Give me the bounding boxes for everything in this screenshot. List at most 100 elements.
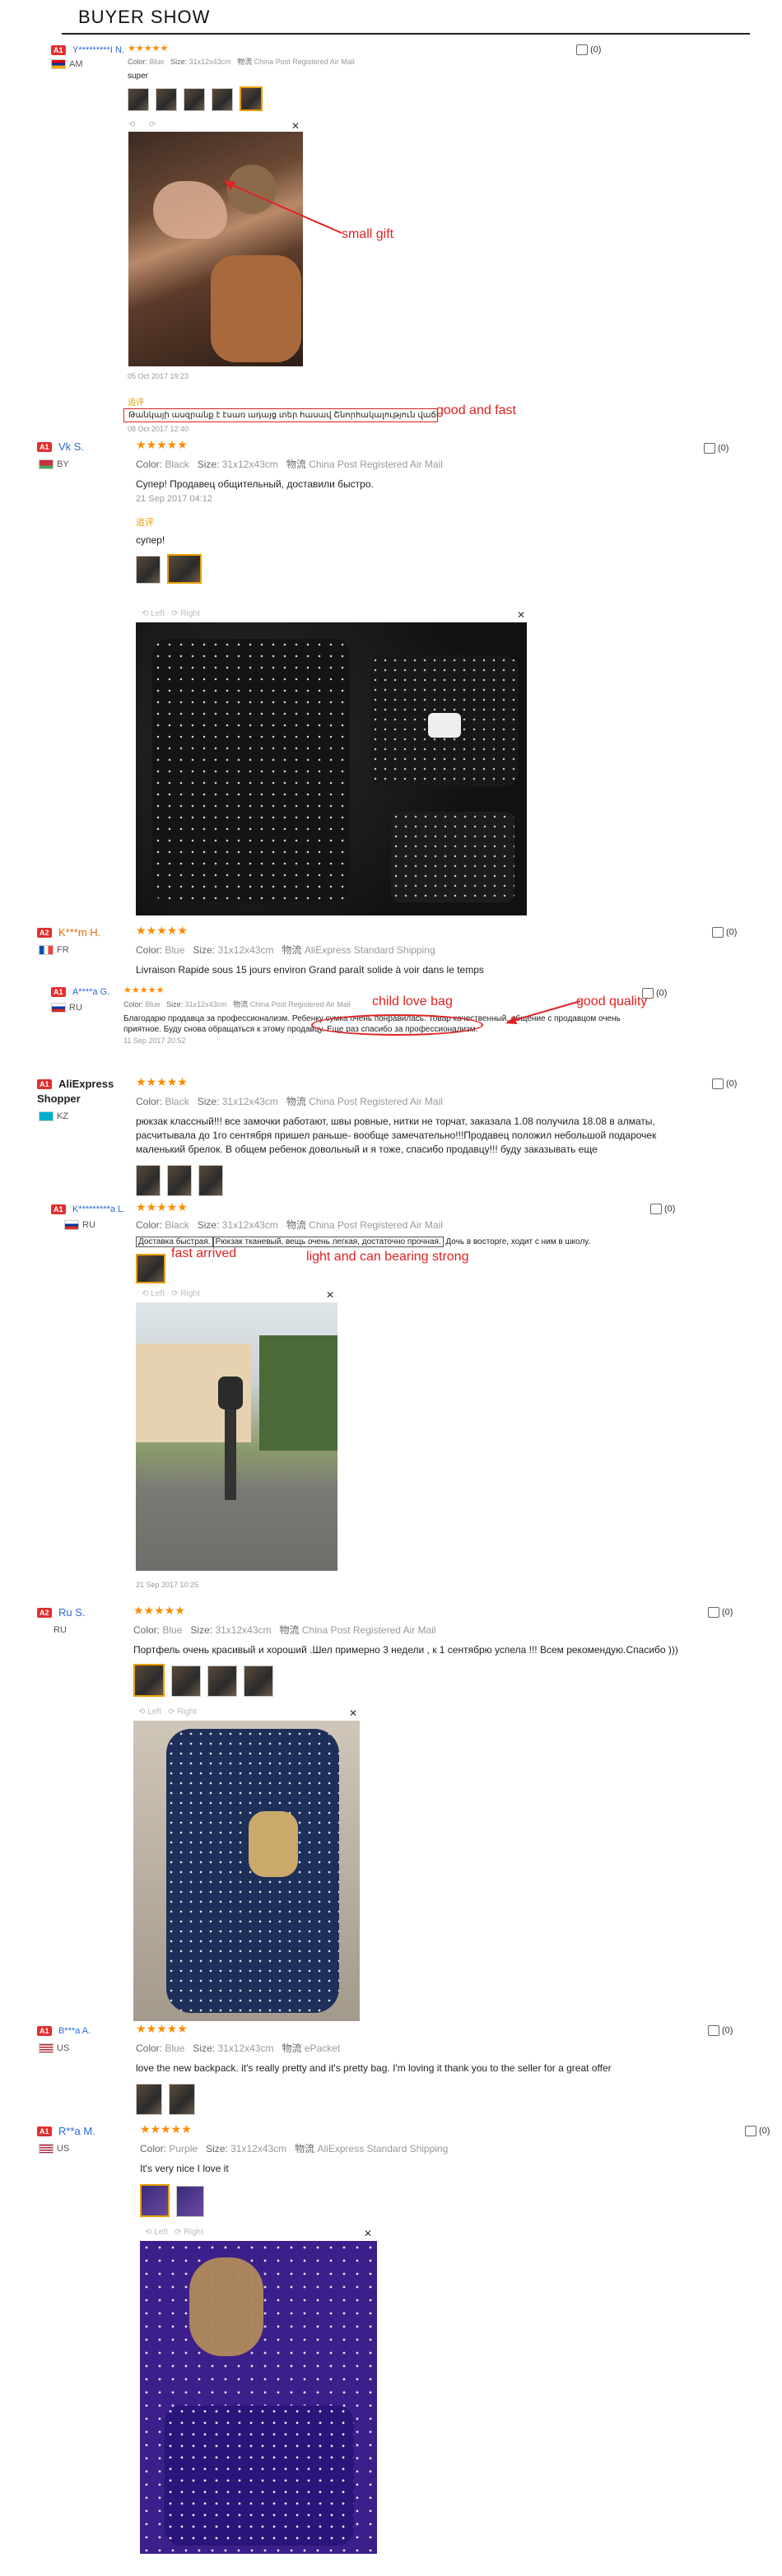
followup-text: супер! (136, 534, 165, 546)
helpful-button[interactable]: (0) (712, 927, 737, 938)
flag-icon (39, 1111, 54, 1122)
rotate-left-icon[interactable]: ⟲ (142, 1289, 148, 1298)
followup-icon: 追评 (128, 398, 144, 408)
helpful-button[interactable]: (0) (712, 1078, 737, 1089)
rotate-left-icon[interactable]: ⟲ (138, 1707, 145, 1717)
thumbs-up-icon (712, 927, 724, 938)
photo-viewer-controls: ⟲ Left ⟳ Right ✕ (142, 609, 525, 621)
reviewer-name[interactable]: R**a M. (58, 2125, 95, 2137)
reviewer-name[interactable]: B***a A. (58, 2026, 91, 2036)
reviewer-name[interactable]: A****a G. (72, 987, 109, 997)
thumbs-up-icon (712, 1078, 724, 1089)
review-3-body: ★★★★★ Color: Blue Size: 31x12x43cm 物流 Al… (136, 924, 704, 977)
review-6-body: ★★★★★ Color: Black Size: 31x12x43cm 物流 C… (136, 1200, 679, 1288)
review-photo[interactable] (140, 2241, 377, 2554)
helpful-button[interactable]: (0) (576, 44, 601, 55)
photo-thumb[interactable] (169, 2084, 195, 2115)
helpful-button[interactable]: (0) (708, 1607, 733, 1618)
photo-thumb[interactable] (198, 1165, 223, 1196)
review-photo[interactable] (133, 1721, 360, 2021)
annotation-small-gift: small gift (342, 227, 394, 241)
review-text: рюкзак классный!!! все замочки работают,… (136, 1116, 657, 1155)
reviewer-name[interactable]: Ru S. (58, 1606, 86, 1619)
reviewer-name[interactable]: Y*********I N. (72, 45, 124, 55)
country-code: FR (57, 945, 69, 955)
rotate-left-icon[interactable]: ⟲ (142, 609, 148, 618)
flag-icon (51, 1003, 66, 1013)
rotate-right-icon[interactable]: ⟳ (168, 1707, 175, 1717)
review-date: 05 Oct 2017 19:23 (128, 372, 189, 380)
reviewer-name[interactable]: Vk S. (58, 440, 84, 453)
rotate-right-icon[interactable]: ⟳ (171, 609, 178, 618)
review-photo[interactable] (128, 132, 303, 366)
rotate-right-icon[interactable]: ⟳ (171, 1289, 178, 1298)
photo-thumb[interactable] (136, 556, 161, 584)
reviewer-7: A2 Ru S. RU (37, 1605, 85, 1635)
helpful-button[interactable]: (0) (745, 2126, 770, 2136)
annotation-light-strong: light and can bearing strong (306, 1250, 469, 1264)
photo-thumb[interactable] (133, 1664, 165, 1697)
level-badge: A1 (37, 441, 52, 452)
rotate-right-icon[interactable]: ⟳ (149, 120, 156, 129)
review-7-body: ★★★★★ Color: Blue Size: 31x12x43cm 物流 Ch… (133, 1604, 701, 1701)
photo-thumb[interactable] (240, 86, 263, 111)
photo-thumb[interactable] (171, 1665, 201, 1697)
photo-thumb[interactable] (244, 1665, 273, 1697)
close-icon[interactable]: ✕ (517, 609, 525, 621)
review-text: Портфель очень красивый и хороший .Шел п… (133, 1644, 678, 1656)
review-photo[interactable] (136, 1302, 337, 1571)
level-badge: A1 (51, 1204, 66, 1214)
reviewer-name[interactable]: K*********a L. (72, 1204, 125, 1214)
level-badge: A1 (51, 986, 66, 997)
review-8-body: ★★★★★ Color: Blue Size: 31x12x43cm 物流 eP… (136, 2022, 704, 2119)
reviewer-1: A1 Y*********I N. AM (51, 43, 124, 70)
photo-thumb[interactable] (156, 88, 177, 111)
close-icon[interactable]: ✕ (349, 1707, 357, 1719)
photo-viewer-controls: ⟲ Left ⟳ Right ✕ (142, 1289, 334, 1301)
flag-icon (39, 945, 54, 956)
flag-icon (64, 1220, 79, 1231)
reviewer-3: A2 K***m H. FR (37, 925, 100, 956)
photo-thumb[interactable] (207, 1665, 237, 1697)
review-1-body: ★★★★★ Color: Blue Size: 31x12x43cm 物流 Ch… (128, 43, 355, 115)
country-code: RU (69, 1003, 82, 1013)
photo-thumb[interactable] (167, 1165, 192, 1196)
photo-thumb[interactable] (176, 2186, 204, 2217)
review-2-body: ★★★★★ Color: Black Size: 31x12x43cm 物流 C… (136, 438, 704, 588)
annotation-circle (311, 1014, 483, 1036)
review-text: love the new backpack. it's really prett… (136, 2062, 612, 2074)
level-badge: A2 (37, 1607, 52, 1618)
flag-icon (39, 2144, 54, 2154)
annotation-fast-arrived: fast arrived (171, 1246, 237, 1260)
review-photo[interactable] (136, 622, 527, 915)
annotation-good-and-fast: good and fast (436, 403, 516, 417)
annotation-child-love-bag: child love bag (372, 995, 453, 1009)
rotate-left-icon[interactable]: ⟲ (145, 2228, 151, 2237)
level-badge: A1 (51, 44, 66, 55)
flag-icon (51, 59, 66, 70)
photo-thumb[interactable] (136, 1165, 161, 1196)
close-icon[interactable]: ✕ (364, 2228, 372, 2239)
rating-stars: ★★★★★ (136, 438, 188, 451)
rotate-left-icon[interactable]: ⟲ (128, 120, 135, 129)
close-icon[interactable]: ✕ (326, 1289, 334, 1301)
photo-thumb[interactable] (128, 88, 149, 111)
followup-text: Թանկայի ասզրանք է էսառ ադայց տեր հասավ Շ… (123, 408, 438, 422)
photo-viewer-controls: ⟲ ⟳ ✕ (128, 120, 303, 132)
helpful-button[interactable]: (0) (708, 2025, 733, 2036)
reviewer-name[interactable]: K***m H. (58, 926, 100, 939)
photo-thumb[interactable] (136, 1254, 165, 1283)
helpful-button[interactable]: (0) (704, 443, 728, 454)
photo-thumb[interactable] (184, 88, 205, 111)
photo-thumb[interactable] (140, 2184, 170, 2217)
helpful-button[interactable]: (0) (650, 1204, 675, 1214)
close-icon[interactable]: ✕ (291, 120, 300, 132)
photo-thumb[interactable] (136, 2084, 162, 2115)
country-code: US (57, 2043, 70, 2053)
rating-stars: ★★★★★ (136, 1200, 188, 1213)
photo-thumb[interactable] (212, 88, 233, 111)
review-text: super (128, 72, 149, 81)
photo-thumb[interactable] (167, 554, 202, 584)
rotate-right-icon[interactable]: ⟳ (175, 2228, 181, 2237)
photo-thumbnails (136, 1165, 704, 1200)
